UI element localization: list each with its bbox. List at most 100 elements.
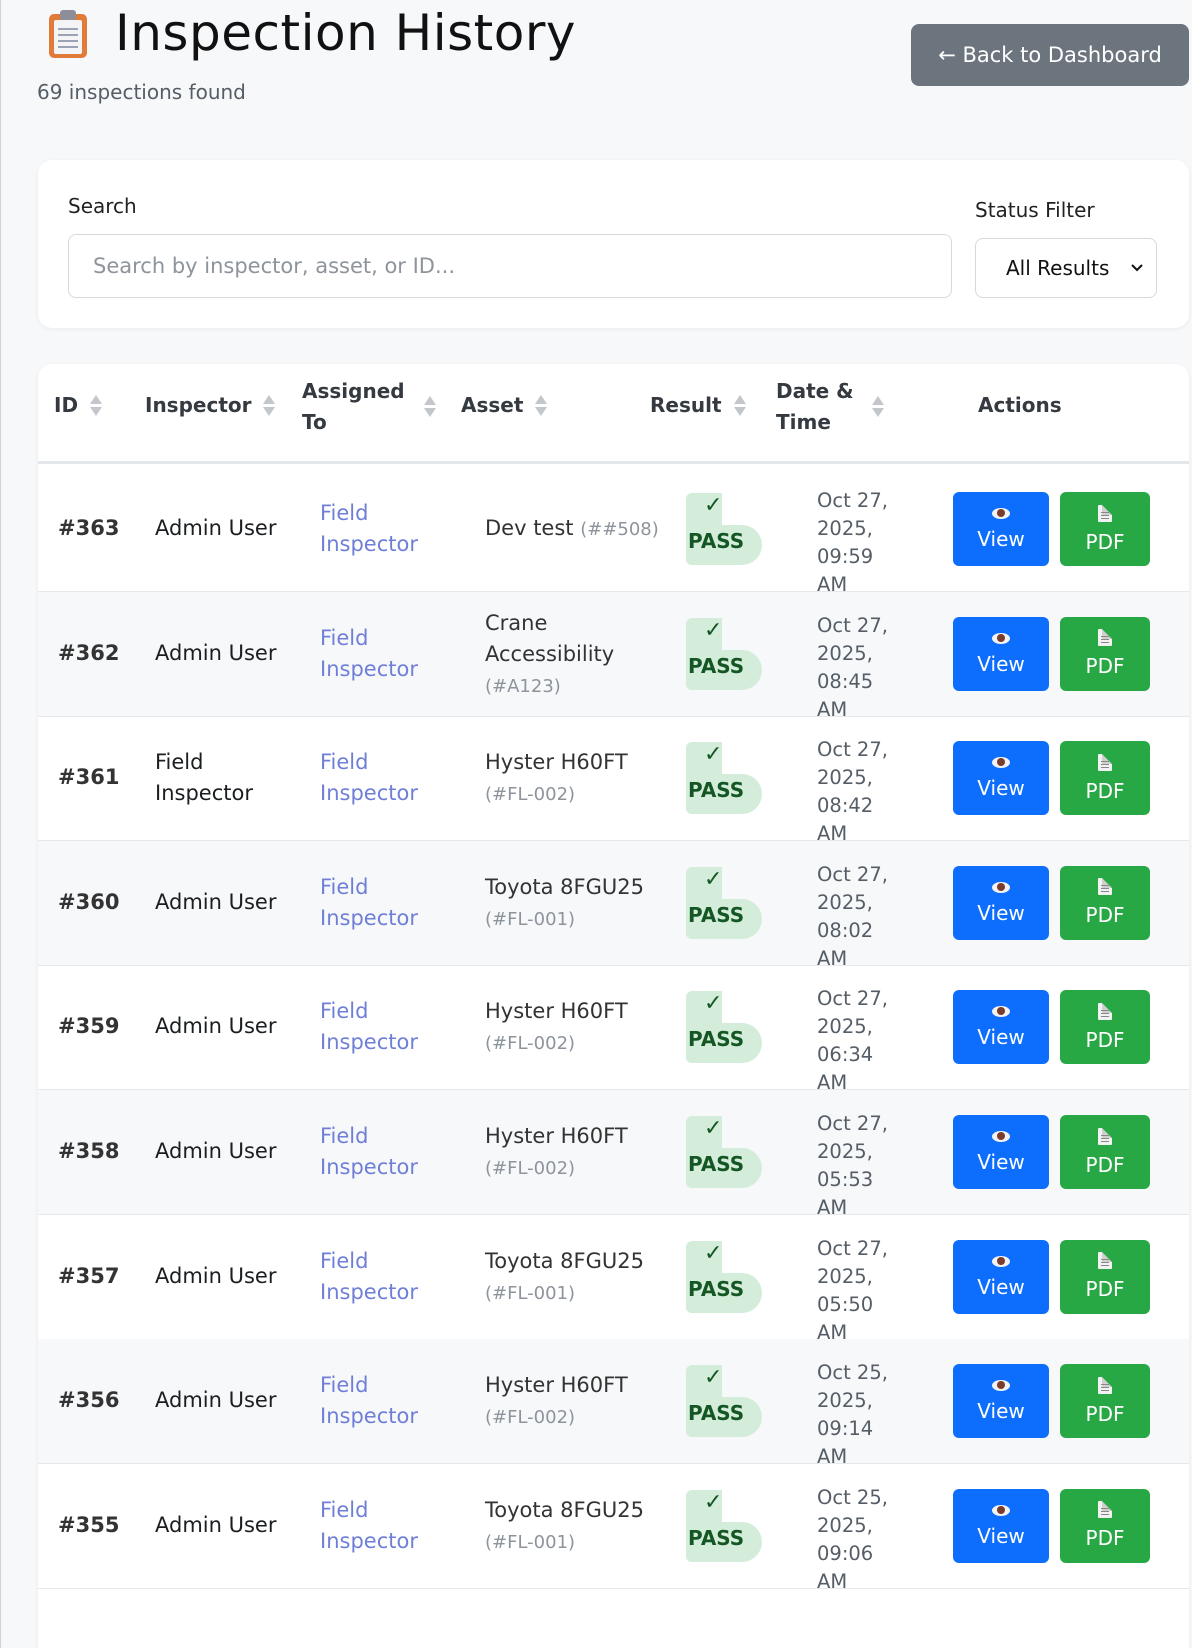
status-filter-value: All Results bbox=[1006, 256, 1110, 280]
result-label: PASS bbox=[688, 1276, 745, 1301]
row-assigned-link[interactable]: Field Inspector bbox=[320, 1121, 450, 1183]
row-asset-name: Hyster H60FT bbox=[485, 1373, 628, 1398]
status-filter-select[interactable]: All Results bbox=[975, 238, 1157, 298]
pdf-button[interactable]: PDF bbox=[1060, 616, 1150, 691]
pdf-button[interactable]: PDF bbox=[1060, 990, 1150, 1065]
back-to-dashboard-button[interactable]: ← Back to Dashboard bbox=[911, 24, 1189, 86]
column-assigned-to[interactable]: Assigned To bbox=[302, 376, 436, 438]
row-asset-name: Toyota 8FGU25 bbox=[485, 1248, 644, 1273]
row-asset-name: Hyster H60FT bbox=[485, 1124, 628, 1148]
document-icon bbox=[1098, 629, 1112, 647]
pass-badge: ✓ PASS bbox=[686, 1365, 762, 1438]
check-icon: ✓ bbox=[704, 1116, 723, 1141]
table-header: ID Inspector Assigned To Asset Result Dat… bbox=[38, 364, 1189, 464]
view-button-label: View bbox=[977, 651, 1025, 676]
table-row: #361 Field Inspector Field Inspector Hys… bbox=[38, 716, 1189, 845]
view-button[interactable]: View bbox=[953, 865, 1049, 940]
column-inspector-label: Inspector bbox=[145, 393, 252, 417]
row-asset-name: Hyster H60FT bbox=[485, 750, 628, 775]
filter-card: Search Status Filter All Results bbox=[38, 160, 1189, 328]
pdf-button[interactable]: PDF bbox=[1060, 741, 1150, 816]
document-icon bbox=[1098, 1376, 1112, 1394]
row-asset: Crane Accessibility (#A123) bbox=[485, 608, 675, 702]
pdf-button[interactable]: PDF bbox=[1060, 1239, 1150, 1314]
document-icon bbox=[1098, 1127, 1112, 1145]
pdf-button[interactable]: PDF bbox=[1060, 1364, 1150, 1439]
view-button[interactable]: View bbox=[953, 616, 1049, 691]
row-id: #355 bbox=[58, 1512, 120, 1537]
pdf-button-label: PDF bbox=[1085, 1526, 1125, 1551]
column-actions: Actions bbox=[978, 390, 1062, 421]
inspections-count: 69 inspections found bbox=[37, 80, 246, 104]
row-asset-name: Toyota 8FGU25 bbox=[485, 1497, 644, 1522]
eye-icon bbox=[992, 632, 1010, 644]
row-date: Oct 27, 2025, 09:59 AM bbox=[817, 489, 888, 596]
view-button[interactable]: View bbox=[953, 1364, 1049, 1439]
row-assigned-link[interactable]: Field Inspector bbox=[320, 996, 450, 1058]
column-actions-label: Actions bbox=[978, 393, 1062, 417]
column-result[interactable]: Result bbox=[650, 390, 746, 421]
row-assigned-link[interactable]: Field Inspector bbox=[320, 1495, 450, 1557]
row-assigned-link[interactable]: Field Inspector bbox=[320, 747, 450, 809]
row-inspector: Admin User bbox=[155, 640, 277, 665]
view-button[interactable]: View bbox=[953, 990, 1049, 1065]
row-assigned-link[interactable]: Field Inspector bbox=[320, 498, 450, 560]
eye-icon bbox=[992, 1504, 1010, 1516]
view-button[interactable]: View bbox=[953, 741, 1049, 816]
row-assigned-link[interactable]: Field Inspector bbox=[320, 872, 450, 934]
row-date: Oct 27, 2025, 08:45 AM bbox=[817, 613, 888, 721]
row-id: #362 bbox=[58, 640, 120, 665]
row-inspector: Admin User bbox=[155, 516, 277, 540]
pdf-button[interactable]: PDF bbox=[1060, 865, 1150, 940]
clipboard-icon bbox=[47, 8, 89, 58]
row-inspector: Admin User bbox=[155, 1014, 277, 1039]
row-asset-code: (#A123) bbox=[485, 675, 561, 697]
search-input[interactable] bbox=[68, 234, 952, 298]
row-asset: Hyster H60FT (#FL-002) bbox=[485, 996, 675, 1059]
row-assigned-link[interactable]: Field Inspector bbox=[320, 1370, 450, 1432]
table-row: #357 Admin User Field Inspector Toyota 8… bbox=[38, 1215, 1189, 1344]
sort-icon bbox=[733, 393, 746, 419]
pass-badge: ✓ PASS bbox=[686, 991, 762, 1064]
table-row: #356 Admin User Field Inspector Hyster H… bbox=[38, 1339, 1189, 1468]
check-icon: ✓ bbox=[704, 1489, 723, 1515]
check-icon: ✓ bbox=[704, 742, 723, 768]
column-id[interactable]: ID bbox=[54, 390, 103, 421]
pdf-button[interactable]: PDF bbox=[1060, 492, 1150, 566]
row-assigned-link[interactable]: Field Inspector bbox=[320, 1246, 450, 1308]
column-asset[interactable]: Asset bbox=[461, 390, 548, 421]
pdf-button-label: PDF bbox=[1085, 1027, 1125, 1052]
view-button[interactable]: View bbox=[953, 1115, 1049, 1189]
view-button[interactable]: View bbox=[953, 492, 1049, 566]
row-inspector: Admin User bbox=[155, 1388, 277, 1413]
inspections-table: ID Inspector Assigned To Asset Result Dat… bbox=[38, 364, 1189, 1648]
column-result-label: Result bbox=[650, 393, 722, 417]
row-asset-name: Crane Accessibility bbox=[485, 610, 615, 666]
table-row: #360 Admin User Field Inspector Toyota 8… bbox=[38, 840, 1189, 970]
eye-icon bbox=[992, 1130, 1010, 1142]
row-asset: Toyota 8FGU25 (#FL-001) bbox=[485, 1246, 675, 1309]
view-button[interactable]: View bbox=[953, 1239, 1049, 1314]
pdf-button[interactable]: PDF bbox=[1060, 1488, 1150, 1563]
view-button[interactable]: View bbox=[953, 1488, 1049, 1563]
column-inspector[interactable]: Inspector bbox=[145, 390, 276, 421]
page-title: Inspection History bbox=[115, 4, 577, 62]
row-assigned-link[interactable]: Field Inspector bbox=[320, 623, 450, 685]
row-asset-code: (#FL-001) bbox=[485, 1531, 576, 1553]
column-date-label: Date & Time bbox=[776, 379, 854, 434]
check-icon: ✓ bbox=[704, 1240, 723, 1266]
row-asset-code: (#FL-002) bbox=[485, 1158, 576, 1179]
row-id: #360 bbox=[58, 889, 120, 914]
pdf-button-label: PDF bbox=[1085, 903, 1125, 928]
row-date: Oct 27, 2025, 06:34 AM bbox=[817, 987, 888, 1095]
column-date-time[interactable]: Date & Time bbox=[776, 376, 884, 438]
check-icon: ✓ bbox=[704, 617, 723, 643]
document-icon bbox=[1098, 1252, 1112, 1270]
row-asset-name: Toyota 8FGU25 bbox=[485, 874, 644, 899]
page-header: Inspection History 69 inspections found … bbox=[1, 0, 1192, 150]
check-icon: ✓ bbox=[704, 866, 723, 892]
pdf-button[interactable]: PDF bbox=[1060, 1115, 1150, 1189]
row-asset: Toyota 8FGU25 (#FL-001) bbox=[485, 1495, 675, 1558]
table-row: #355 Admin User Field Inspector Toyota 8… bbox=[38, 1464, 1189, 1593]
view-button-label: View bbox=[977, 776, 1025, 801]
